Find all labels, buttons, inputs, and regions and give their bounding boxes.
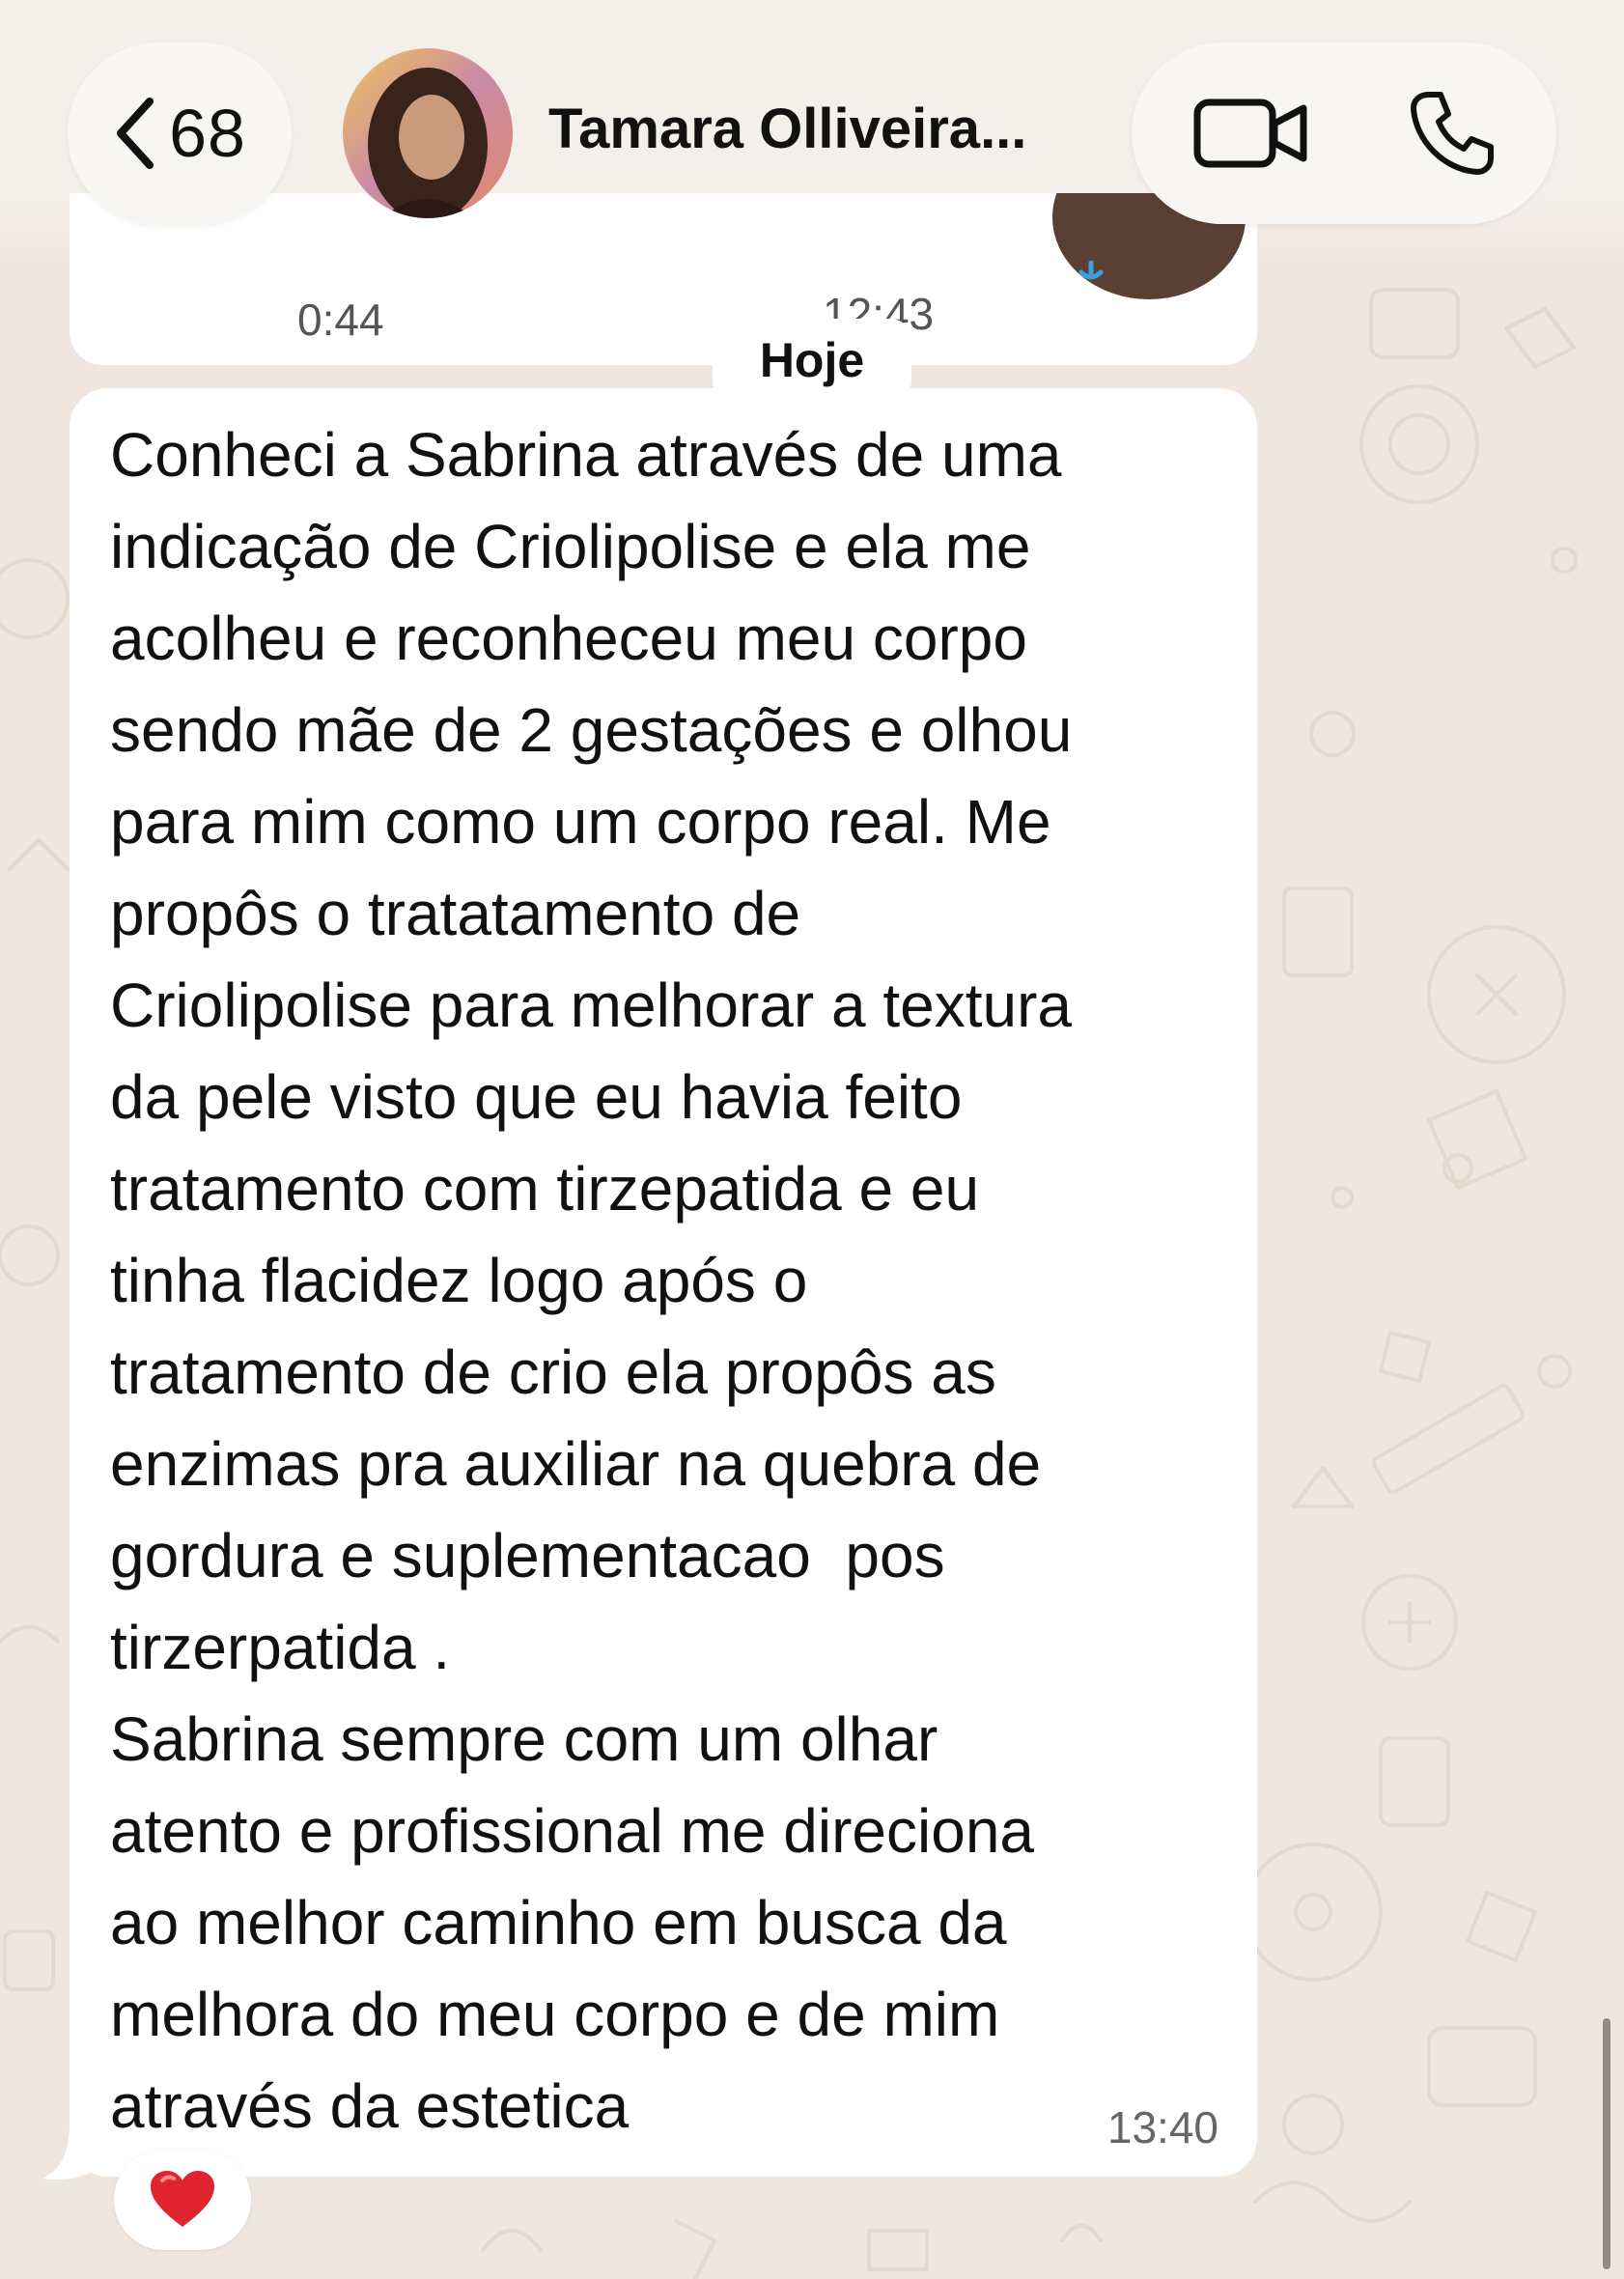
back-button[interactable]: 68 [68,42,292,224]
incoming-message-bubble[interactable]: Conheci a Sabrina através de uma indicaç… [70,388,1257,2177]
message-reaction[interactable] [114,2150,251,2250]
audio-duration: 0:44 [297,295,384,345]
video-call-icon[interactable] [1193,97,1309,170]
heart-icon [151,2171,214,2227]
chevron-left-icon [117,98,154,169]
phone-call-icon[interactable] [1408,89,1497,178]
contact-name[interactable]: Tamara Olliveira... [548,97,1026,161]
message-text: Conheci a Sabrina através de uma indicaç… [110,420,1073,2141]
contact-avatar[interactable] [343,48,513,218]
avatar-photo [343,48,513,218]
previous-audio-message[interactable]: 0:44 12:43 [70,193,1257,365]
microphone-icon [1078,261,1104,280]
message-time: 13:40 [1106,2102,1218,2152]
scrollbar[interactable] [1603,2018,1610,2269]
call-actions [1132,42,1556,224]
unread-count: 68 [169,96,246,171]
